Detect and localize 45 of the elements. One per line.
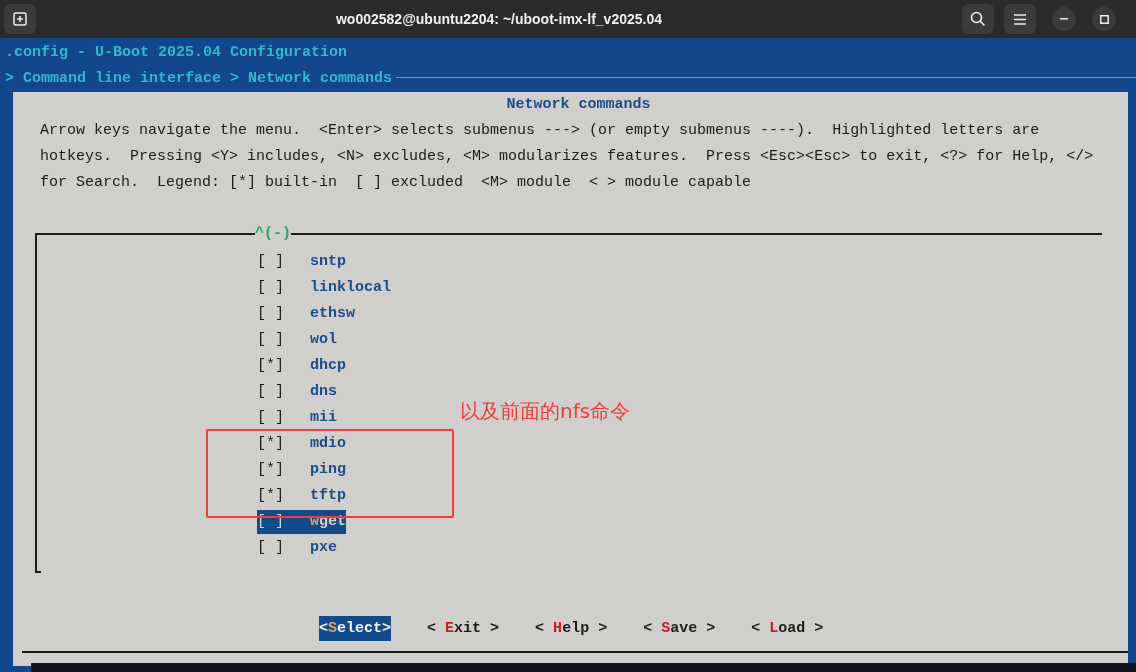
search-button[interactable] [962,4,994,34]
help-text: for Search. Legend: [*] built-in [ ] excluded <M> module < > module capable [40,173,753,193]
menu-item[interactable]: ethsw [310,302,356,326]
checkbox[interactable]: [ ] [257,328,310,352]
checkbox[interactable]: [ ] [257,380,310,404]
menu-item[interactable]: sntp [310,250,347,274]
menu-item[interactable]: mdio [310,432,347,456]
dialog-button[interactable]: < Help > [535,615,608,641]
annotation-text: 以及前面的nfs命令 [460,398,631,425]
checkbox[interactable]: [ ] [257,406,310,430]
menu-icon [1014,13,1026,25]
menu-item[interactable]: wol [310,328,338,352]
minimize-button[interactable] [1052,7,1076,31]
menu-item[interactable]: mii [310,406,338,430]
menu-item[interactable]: pxe [310,536,338,560]
dialog-button[interactable]: < Exit > [427,615,500,641]
dialog-title: Network commands [506,95,651,115]
help-text: Arrow keys navigate the menu. <Enter> selects submenus ---> (or empty submenus ----). Highlighted letters are [40,121,1041,141]
checkbox[interactable]: [ ] [257,250,310,274]
checkbox[interactable]: [*] [257,458,310,482]
breadcrumb: > Command line interface > Network commands [5,69,393,89]
menu-button[interactable] [1004,4,1036,34]
maximize-button[interactable] [1092,7,1116,31]
config-header: .config - U-Boot 2025.04 Configuration [5,44,348,61]
new-tab-icon [13,12,27,26]
minimize-icon [1060,18,1068,20]
checkbox[interactable]: [ ] [257,276,310,300]
menu-item[interactable]: dns [310,380,338,404]
help-text: hotkeys. Pressing <Y> includes, <N> excludes, <M> modularizes features. Press <Esc><Esc> to exit, <?> for Help, </> [40,147,1095,167]
checkbox[interactable]: [ ] [257,536,310,560]
search-icon [970,11,986,27]
new-tab-button[interactable] [4,4,36,34]
dialog-button[interactable]: < Load > [751,615,824,641]
dialog-button[interactable]: <Select> [319,615,392,641]
menu-item[interactable]: linklocal [310,276,392,300]
maximize-icon [1099,14,1109,24]
checkbox[interactable]: [*] [257,484,310,508]
menu-item[interactable]: dhcp [310,354,347,378]
checkbox[interactable]: [*] [257,432,310,456]
menu-item[interactable]: tftp [310,484,347,508]
window-title: wo002582@ubuntu2204: ~/uboot-imx-lf_v2025.04 [334,11,663,27]
checkbox[interactable]: [ ] [257,302,310,326]
menu-item[interactable]: ping [310,458,347,482]
checkbox[interactable]: [*] [257,354,310,378]
dialog-button[interactable]: < Save > [643,615,716,641]
